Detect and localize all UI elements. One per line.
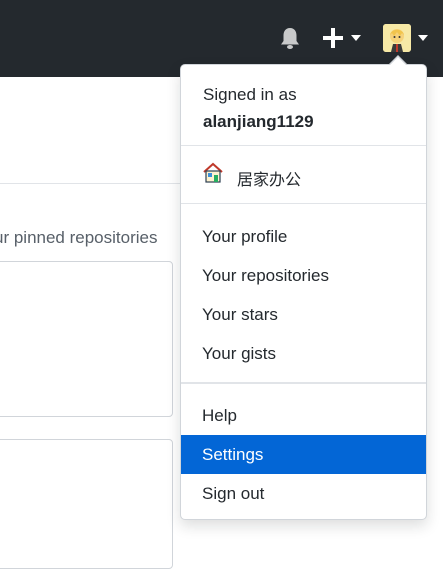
dropdown-caret-fill — [390, 57, 406, 65]
house-icon — [201, 161, 225, 185]
menu-item-sign-out[interactable]: Sign out — [181, 474, 426, 513]
repository-card[interactable] — [0, 439, 173, 569]
content-divider — [0, 183, 180, 184]
avatar-icon — [383, 24, 411, 52]
chevron-down-icon — [351, 35, 361, 41]
chevron-down-icon — [418, 35, 428, 41]
create-new-button[interactable] — [321, 25, 365, 51]
username: alanjiang1129 — [203, 112, 314, 131]
status-text: 居家办公 — [237, 172, 302, 189]
set-status-button[interactable]: 居家办公 — [201, 161, 401, 189]
menu-item-help[interactable]: Help — [181, 396, 426, 435]
pinned-repositories-hint: ur pinned repositories — [0, 228, 158, 247]
menu-item-your-stars[interactable]: Your stars — [181, 295, 426, 334]
menu-item-your-gists[interactable]: Your gists — [181, 334, 426, 373]
plus-icon — [323, 28, 343, 48]
user-menu-button[interactable] — [381, 22, 431, 54]
bell-icon[interactable] — [279, 26, 301, 50]
repository-card[interactable] — [0, 261, 173, 417]
menu-divider — [181, 203, 426, 204]
signed-in-label: Signed in as — [203, 85, 297, 104]
menu-divider — [181, 145, 426, 146]
menu-divider — [181, 382, 426, 384]
menu-item-settings[interactable]: Settings — [181, 435, 426, 474]
menu-item-your-profile[interactable]: Your profile — [181, 217, 426, 256]
user-dropdown-menu: Signed in as alanjiang1129 居家办公 Your pro… — [180, 64, 427, 520]
menu-item-your-repositories[interactable]: Your repositories — [181, 256, 426, 295]
